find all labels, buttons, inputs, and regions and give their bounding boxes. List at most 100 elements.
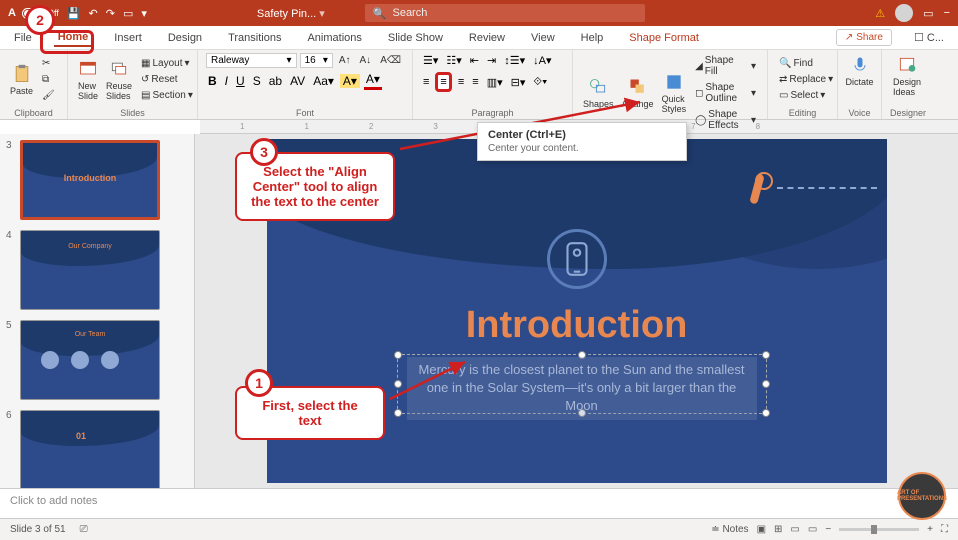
align-left-button[interactable]: ≡ bbox=[421, 75, 431, 89]
notes-button[interactable]: ≐ Notes bbox=[711, 524, 748, 535]
align-right-button[interactable]: ≡ bbox=[456, 75, 466, 89]
clear-format-button[interactable]: A⌫ bbox=[377, 53, 404, 68]
tab-insert[interactable]: Insert bbox=[110, 30, 146, 46]
comments-button[interactable]: ☐ C... bbox=[910, 29, 948, 46]
new-slide-button[interactable]: New Slide bbox=[76, 57, 100, 103]
font-color-button[interactable]: A▾ bbox=[364, 71, 382, 90]
font-size-select[interactable]: 16 ▾ bbox=[300, 53, 333, 68]
font-name-select[interactable]: Raleway ▾ bbox=[206, 53, 297, 68]
change-case-button[interactable]: Aa▾ bbox=[311, 73, 336, 89]
tab-design[interactable]: Design bbox=[164, 30, 206, 46]
spacing-button[interactable]: AV bbox=[288, 73, 307, 89]
group-editing-label: Editing bbox=[776, 108, 829, 118]
callout-badge-1: 1 bbox=[245, 369, 273, 397]
fit-window-icon[interactable]: ⛶ bbox=[941, 524, 948, 535]
more-icon[interactable]: ▾ bbox=[141, 7, 147, 20]
replace-button[interactable]: ⇄ Replace ▾ bbox=[776, 72, 829, 87]
tooltip-center: Center (Ctrl+E) Center your content. bbox=[477, 122, 687, 161]
thumb-number: 3 bbox=[6, 140, 16, 220]
zoom-in-icon[interactable]: + bbox=[927, 524, 933, 535]
shapes-button[interactable]: Shapes bbox=[581, 75, 616, 111]
group-slides-label: Slides bbox=[76, 108, 189, 118]
callout-box-home bbox=[40, 30, 94, 54]
section-button[interactable]: ▤ Section ▾ bbox=[138, 88, 196, 103]
line-spacing-button[interactable]: ↕☰▾ bbox=[502, 53, 527, 68]
align-text-button[interactable]: ⊟▾ bbox=[509, 75, 528, 90]
slide-thumb-4[interactable]: Our Company bbox=[20, 230, 160, 310]
tab-view[interactable]: View bbox=[527, 30, 559, 46]
copy-button[interactable]: ⧉ bbox=[39, 72, 58, 87]
status-bar: Slide 3 of 51 ⎚ ≐ Notes ▣ ⊞ ▭ ▭ − + ⛶ bbox=[0, 518, 958, 540]
align-center-button[interactable]: ≡ bbox=[435, 72, 451, 92]
paste-button[interactable]: Paste bbox=[8, 62, 35, 98]
zoom-out-icon[interactable]: − bbox=[825, 524, 831, 535]
text-direction-button[interactable]: ↓A▾ bbox=[531, 53, 553, 68]
pin-decoration bbox=[753, 174, 777, 214]
quick-styles-button[interactable]: Quick Styles bbox=[660, 70, 689, 116]
slide-thumb-3[interactable]: Introduction bbox=[20, 140, 160, 220]
tab-shape-format[interactable]: Shape Format bbox=[625, 30, 703, 46]
shape-outline-button[interactable]: ◻ Shape Outline ▾ bbox=[692, 80, 759, 106]
warning-icon[interactable]: ⚠ bbox=[875, 7, 885, 20]
design-ideas-button[interactable]: Design Ideas bbox=[890, 53, 924, 106]
find-button[interactable]: 🔍 Find bbox=[776, 56, 829, 71]
tab-slideshow[interactable]: Slide Show bbox=[384, 30, 447, 46]
view-slideshow-icon[interactable]: ▭ bbox=[808, 524, 817, 535]
reuse-slides-button[interactable]: Reuse Slides bbox=[104, 57, 134, 103]
slide-thumb-5[interactable]: Our Team bbox=[20, 320, 160, 400]
thumb-number: 5 bbox=[6, 320, 16, 400]
grow-font-button[interactable]: A↑ bbox=[336, 53, 354, 68]
tab-animations[interactable]: Animations bbox=[303, 30, 365, 46]
tab-transitions[interactable]: Transitions bbox=[224, 30, 285, 46]
slide-body-text[interactable]: Mercury is the closest planet to the Sun… bbox=[407, 357, 757, 420]
start-icon[interactable]: ▭ bbox=[123, 7, 133, 20]
strikethrough-button[interactable]: S bbox=[251, 73, 263, 89]
view-reading-icon[interactable]: ▭ bbox=[790, 524, 799, 535]
reset-button[interactable]: ↺ Reset bbox=[138, 72, 196, 87]
tab-help[interactable]: Help bbox=[577, 30, 608, 46]
slide-title[interactable]: Introduction bbox=[267, 304, 887, 347]
shrink-font-button[interactable]: A↓ bbox=[357, 53, 375, 68]
arrange-button[interactable]: Arrange bbox=[620, 75, 656, 111]
bold-button[interactable]: B bbox=[206, 73, 219, 89]
redo-icon[interactable]: ↷ bbox=[106, 7, 115, 20]
numbering-button[interactable]: ☷▾ bbox=[444, 53, 463, 68]
cut-button[interactable]: ✂ bbox=[39, 56, 58, 71]
format-painter-button[interactable]: 🖌 bbox=[39, 88, 58, 103]
italic-button[interactable]: I bbox=[223, 73, 230, 89]
bullets-button[interactable]: ☰▾ bbox=[421, 53, 440, 68]
ribbon-tabs: File Home Insert Design Transitions Anim… bbox=[0, 26, 958, 50]
ribbon-display-icon[interactable]: ▭ bbox=[923, 7, 933, 20]
smartart-button[interactable]: ⟐▾ bbox=[531, 75, 549, 90]
slide-icon bbox=[547, 229, 607, 289]
shape-effects-button[interactable]: ◯ Shape Effects ▾ bbox=[692, 107, 759, 133]
minimize-icon[interactable]: − bbox=[944, 7, 950, 19]
highlight-button[interactable]: A▾ bbox=[340, 74, 360, 88]
save-icon[interactable]: 💾 bbox=[67, 7, 81, 20]
share-button[interactable]: ↗ Share bbox=[836, 29, 892, 46]
shape-fill-button[interactable]: ◢ Shape Fill ▾ bbox=[692, 53, 759, 79]
columns-button[interactable]: ▥▾ bbox=[485, 75, 505, 90]
slide-thumb-6[interactable]: 01 bbox=[20, 410, 160, 488]
lang-indicator[interactable]: ⎚ bbox=[80, 524, 88, 535]
zoom-slider[interactable] bbox=[839, 528, 919, 531]
underline-button[interactable]: U bbox=[234, 73, 247, 89]
indent-left-button[interactable]: ⇤ bbox=[468, 53, 481, 68]
select-button[interactable]: ▭ Select ▾ bbox=[776, 88, 829, 103]
dictate-button[interactable]: Dictate bbox=[846, 53, 873, 106]
justify-button[interactable]: ≡ bbox=[470, 75, 480, 89]
tooltip-body: Center your content. bbox=[488, 143, 676, 154]
indent-right-button[interactable]: ⇥ bbox=[485, 53, 498, 68]
thumbnail-panel[interactable]: 3Introduction 4Our Company 5Our Team 601… bbox=[0, 134, 195, 488]
thumb-number: 4 bbox=[6, 230, 16, 310]
shadow-button[interactable]: ab bbox=[267, 73, 284, 89]
layout-button[interactable]: ▦ Layout ▾ bbox=[138, 56, 196, 71]
undo-icon[interactable]: ↶ bbox=[89, 7, 98, 20]
notes-pane[interactable]: Click to add notes bbox=[0, 488, 958, 518]
search-input[interactable]: 🔍 Search bbox=[365, 4, 645, 22]
workspace: 3Introduction 4Our Company 5Our Team 601… bbox=[0, 134, 958, 488]
view-sorter-icon[interactable]: ⊞ bbox=[774, 524, 782, 535]
tab-review[interactable]: Review bbox=[465, 30, 509, 46]
view-normal-icon[interactable]: ▣ bbox=[757, 524, 766, 535]
account-icon[interactable] bbox=[895, 4, 913, 22]
